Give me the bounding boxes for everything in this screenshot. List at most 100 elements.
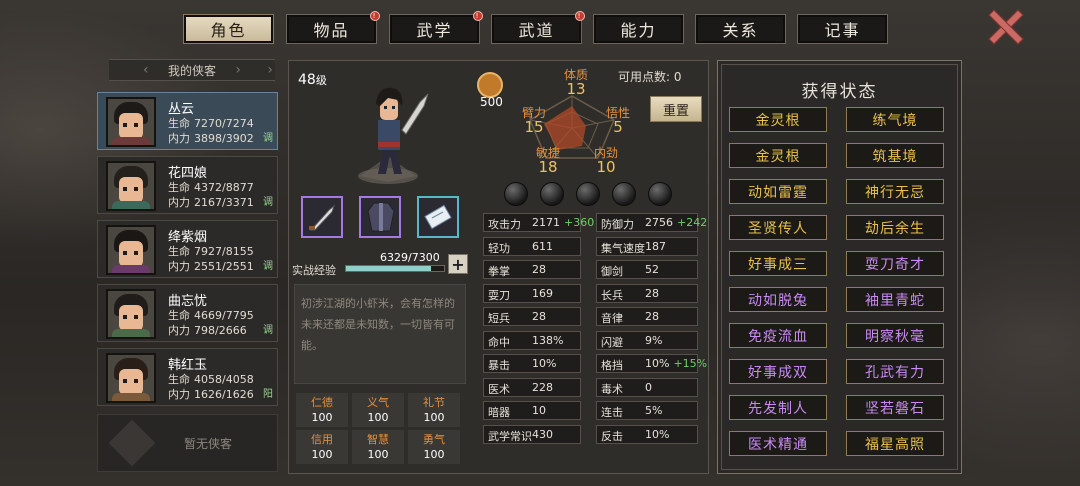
tab-0[interactable]: 角色 [183, 14, 274, 44]
weapon-slot[interactable] [301, 196, 343, 238]
status-badge[interactable]: 免疫流血 [729, 323, 827, 348]
hero-hp: 生命 4058/4058 [168, 373, 254, 386]
stat-row: 防御力 2756 +242 [596, 213, 707, 232]
stat-name: 暗器 [488, 406, 510, 419]
stat-row: 暗器 10 [483, 401, 581, 420]
status-badge[interactable]: 孔武有力 [846, 359, 944, 384]
status-badge[interactable]: 圣贤传人 [729, 215, 827, 240]
tab-label: 能力 [620, 21, 657, 40]
tab-3[interactable]: 武道! [491, 11, 585, 44]
stat-value: 10 [532, 404, 546, 417]
skill-orb-icon[interactable] [504, 182, 528, 206]
skill-orb-icon[interactable] [576, 182, 600, 206]
available-points: 可用点数: 0 [618, 70, 682, 84]
status-badge[interactable]: 好事成双 [729, 359, 827, 384]
stat-name: 短兵 [488, 312, 510, 325]
virtue-cell: 勇气 100 [408, 430, 460, 464]
status-badge[interactable]: 福星高照 [846, 431, 944, 456]
hero-card[interactable]: 绛紫烟 生命 7927/8155 内力 2551/2551 调 [97, 220, 278, 278]
stat-value: 430 [532, 427, 553, 441]
status-badge[interactable]: 金灵根 [729, 107, 827, 132]
attr-inner: 内劲 10 [593, 146, 618, 176]
tab-label: 物品 [313, 21, 350, 40]
status-badge[interactable]: 明察秋毫 [846, 323, 944, 348]
stat-value: 28 [532, 310, 546, 323]
stat-row: 反击 10% [596, 424, 698, 444]
status-badge[interactable]: 医术精通 [729, 431, 827, 456]
stat-name: 集气速度 [601, 241, 645, 255]
stat-value: 2756 +242 [645, 216, 708, 229]
hero-portrait [106, 353, 156, 403]
tab-4[interactable]: 能力 [593, 14, 684, 44]
status-badge[interactable]: 坚若磐石 [846, 395, 944, 420]
stat-name: 拳掌 [488, 265, 510, 278]
stat-row: 集气速度 187 [596, 236, 698, 256]
attr-constitution: 体质 13 [563, 68, 588, 98]
stat-row: 轻功 611 [483, 236, 581, 256]
stat-row: 耍刀 169 [483, 283, 581, 303]
empty-hero-slot[interactable]: 暂无侠客 [97, 414, 278, 472]
hero-portrait [106, 289, 156, 339]
stat-value: 0 [645, 380, 652, 394]
hero-card[interactable]: 韩红玉 生命 4058/4058 内力 1626/1626 阳 [97, 348, 278, 406]
tab-label: 记事 [824, 21, 861, 40]
stat-name: 医术 [488, 382, 510, 396]
stat-value: 52 [645, 263, 659, 276]
tab-1[interactable]: 物品! [286, 11, 380, 44]
stat-row: 毒术 0 [596, 377, 698, 397]
stat-name: 命中 [488, 335, 510, 349]
stat-name: 武学常识 [488, 429, 532, 443]
status-badge[interactable]: 劫后余生 [846, 215, 944, 240]
status-badge[interactable]: 筑基境 [846, 143, 944, 168]
tab-6[interactable]: 记事 [797, 14, 888, 44]
chevron-right-icon: › [235, 62, 241, 78]
status-badge[interactable]: 好事成三 [729, 251, 827, 276]
empty-hero-label: 暂无侠客 [184, 437, 233, 451]
tab-2[interactable]: 武学! [389, 11, 483, 44]
skill-orb-icon[interactable] [540, 182, 564, 206]
skill-orb-icon[interactable] [612, 182, 636, 206]
notification-badge-icon: ! [473, 11, 483, 21]
stat-name: 防御力 [601, 218, 634, 231]
tab-5[interactable]: 关系 [695, 14, 786, 44]
virtue-cell: 智慧 100 [352, 430, 404, 464]
stat-row: 医术 228 [483, 377, 581, 397]
hero-tag: 阳 [263, 389, 273, 400]
status-badge[interactable]: 动如雷霆 [729, 179, 827, 204]
status-badge[interactable]: 练气境 [846, 107, 944, 132]
status-badge[interactable]: 金灵根 [729, 143, 827, 168]
xp-bar [345, 265, 445, 272]
hero-hp: 生命 4669/7795 [168, 309, 254, 322]
stat-value: 138% [532, 333, 564, 347]
stat-row: 格挡 10% +15% [596, 354, 707, 373]
arrow-right-icon[interactable]: › [267, 62, 273, 78]
status-badge[interactable]: 耍刀奇才 [846, 251, 944, 276]
stat-row: 音律 28 [596, 307, 698, 326]
hero-mp: 内力 1626/1626 [168, 388, 254, 401]
armor-slot[interactable] [359, 196, 401, 238]
add-xp-button[interactable]: + [448, 254, 468, 274]
status-badge[interactable]: 袖里青蛇 [846, 287, 944, 312]
stat-value: 9% [645, 333, 663, 347]
status-badge[interactable]: 动如脱兔 [729, 287, 827, 312]
hero-mp: 内力 3898/3902 [168, 132, 254, 145]
status-badge[interactable]: 先发制人 [729, 395, 827, 420]
stat-name: 耍刀 [488, 288, 510, 302]
hero-card[interactable]: 花四娘 生命 4372/8877 内力 2167/3371 调 [97, 156, 278, 214]
xp-value: 6329/7300 [380, 251, 440, 264]
status-badge[interactable]: 神行无忌 [846, 179, 944, 204]
close-icon[interactable] [986, 8, 1022, 44]
reset-button[interactable]: 重置 [650, 96, 702, 122]
hero-card[interactable]: 丛云 生命 7270/7274 内力 3898/3902 调 [97, 92, 278, 150]
attr-insight: 悟性 5 [605, 106, 630, 136]
roster-header: ‹ 我的侠客 › › [109, 59, 275, 81]
accessory-slot[interactable] [417, 196, 459, 238]
hero-tag: 调 [263, 133, 273, 144]
stat-row: 御剑 52 [596, 260, 698, 279]
hero-portrait [106, 97, 156, 147]
empty-portrait-icon [108, 419, 156, 467]
hero-card[interactable]: 曲忘忧 生命 4669/7795 内力 798/2666 调 [97, 284, 278, 342]
stat-row: 武学常识 430 [483, 424, 581, 444]
skill-orb-icon[interactable] [648, 182, 672, 206]
stat-bonus: +360 [564, 216, 595, 229]
